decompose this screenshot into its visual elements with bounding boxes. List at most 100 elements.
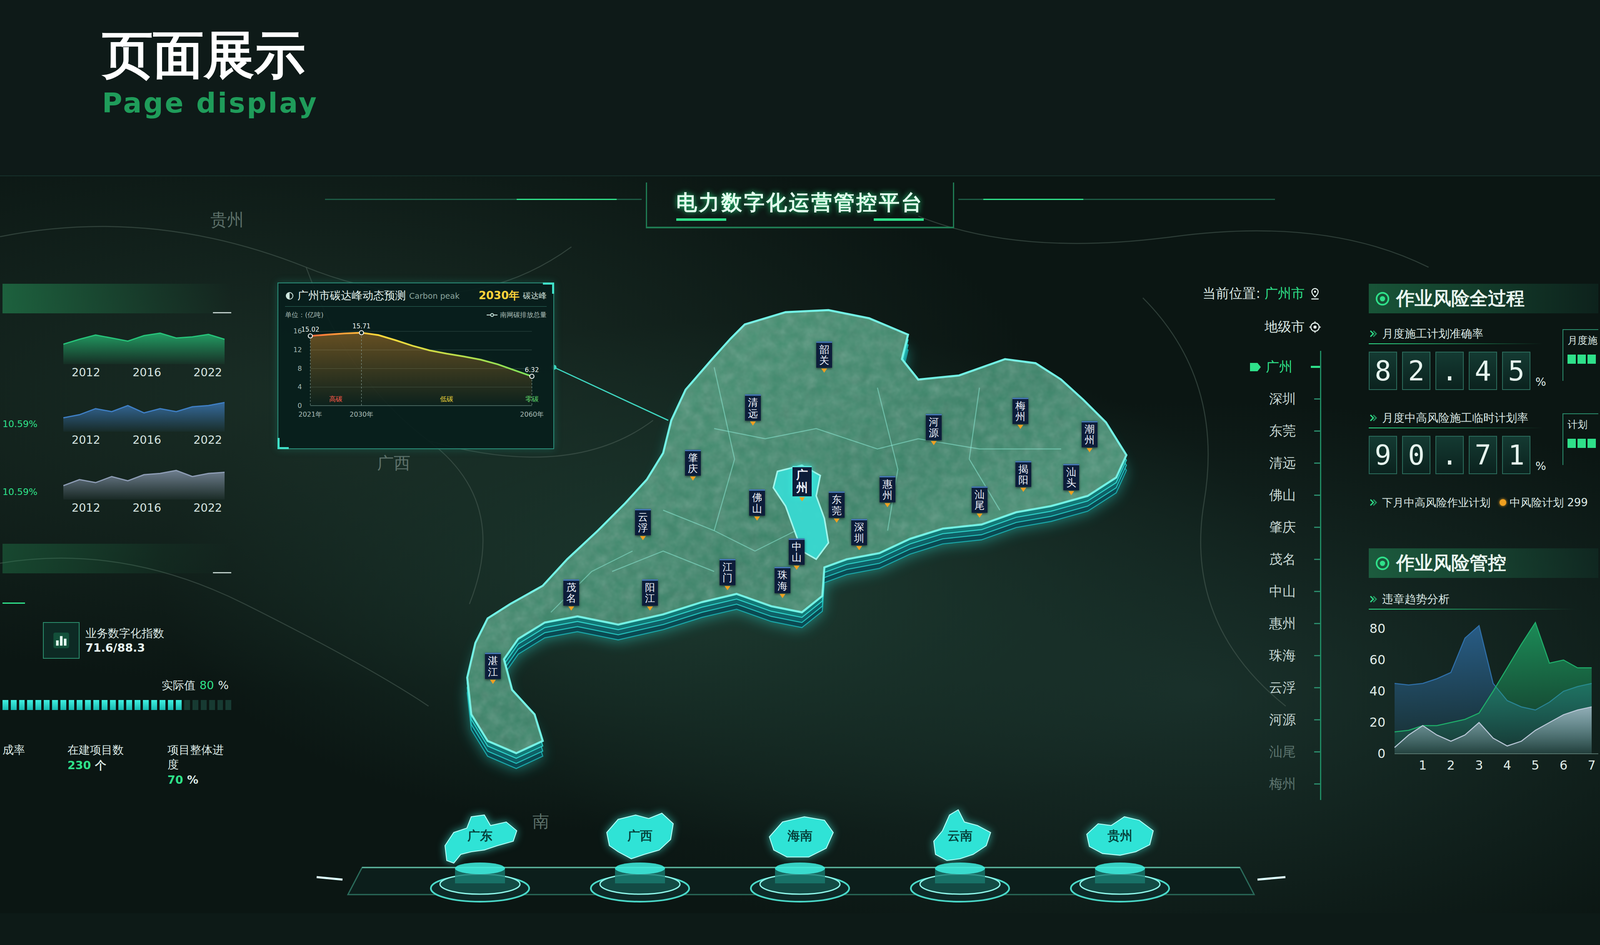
pin-arrow-icon <box>856 546 863 551</box>
page-title: 页面展示 <box>102 25 1600 85</box>
city-pin[interactable]: 汕尾 <box>971 486 988 518</box>
city-name: 汕尾 <box>974 489 985 512</box>
sparkline-line <box>63 470 225 486</box>
progress-segment <box>225 700 232 710</box>
city-item[interactable]: 中山 <box>1249 575 1320 608</box>
city-item[interactable]: 东莞 <box>1249 415 1320 448</box>
header-decoration <box>325 198 642 213</box>
city-pin[interactable]: 清远 <box>745 394 761 426</box>
marker-line <box>310 335 311 406</box>
sparkline-area <box>63 470 225 500</box>
city-pin[interactable]: 珠海 <box>774 567 791 599</box>
city-pin[interactable]: 潮州 <box>1081 421 1098 453</box>
city-pin[interactable]: 江门 <box>719 558 736 590</box>
digit: . <box>1435 435 1464 475</box>
page-footer <box>0 913 1600 945</box>
city-item[interactable]: 深圳 <box>1249 382 1320 415</box>
region-label: 广西 <box>377 454 411 472</box>
province-item[interactable]: 海南 <box>749 806 852 905</box>
province-name: 广西 <box>594 827 686 845</box>
city-item[interactable]: 清远 <box>1249 447 1320 480</box>
city-pin[interactable]: 汕头 <box>1063 464 1080 496</box>
digit: . <box>1435 351 1464 390</box>
province-name: 广东 <box>434 827 526 845</box>
city-pin[interactable]: 阳江 <box>642 579 658 611</box>
city-item[interactable]: 珠海 <box>1249 639 1320 672</box>
city-item[interactable]: 佛山 <box>1249 479 1320 512</box>
city-pin[interactable]: 广州 <box>792 465 812 502</box>
city-item[interactable]: 惠州 <box>1249 607 1320 640</box>
city-pin[interactable]: 揭阳 <box>1015 460 1032 493</box>
y-tick: 16 <box>293 327 303 335</box>
x-tick: 2021年 <box>298 410 323 419</box>
city-name: 惠州 <box>882 478 893 501</box>
city-pin[interactable]: 东莞 <box>828 491 845 523</box>
city-name: 肇庆 <box>687 452 698 475</box>
y-tick: 0 <box>1377 746 1386 761</box>
city-item[interactable]: 茂名 <box>1249 543 1320 576</box>
province-row: 广东 广西 海南 云南 贵州 <box>0 806 1600 905</box>
stat-label: 项目整体进度 <box>167 742 232 772</box>
metric: 月度施工计划准确率82.45%月度施 <box>1368 325 1599 390</box>
city-pin[interactable]: 深圳 <box>851 519 868 551</box>
marker-label: 15.71 <box>352 322 371 330</box>
list-tick <box>1314 462 1320 464</box>
flag-icon <box>1249 362 1262 373</box>
progress-segment <box>151 700 158 710</box>
city-pin[interactable]: 梅州 <box>1012 397 1029 429</box>
city-item[interactable]: 广州 <box>1249 350 1320 383</box>
city-item[interactable]: 梅州 <box>1249 767 1320 800</box>
city-item[interactable]: 河源 <box>1249 703 1320 736</box>
city-name: 广州 <box>1265 357 1293 377</box>
city-name: 梅州 <box>1269 775 1296 794</box>
stat-value: 230 个 <box>67 757 168 775</box>
metric-side: 计划 <box>1562 413 1599 465</box>
y-tick: 20 <box>1369 715 1386 730</box>
sparkline <box>63 457 225 500</box>
city-item[interactable]: 云浮 <box>1249 671 1320 704</box>
city-item[interactable]: 肇庆 <box>1249 511 1320 544</box>
city-pin[interactable]: 河源 <box>925 414 942 446</box>
side-label: 计划 <box>1567 418 1599 432</box>
city-name: 佛山 <box>752 492 763 515</box>
series-area <box>1394 622 1592 754</box>
city-pin[interactable]: 中山 <box>788 538 805 570</box>
trend-ticks: 201220162022 <box>63 431 225 447</box>
province-switcher: 广东 广西 海南 云南 贵州 <box>0 806 1600 914</box>
city-name: 梅州 <box>1015 400 1026 423</box>
province-item[interactable]: 云南 <box>909 806 1012 905</box>
city-pin[interactable]: 湛江 <box>485 652 501 685</box>
list-tick <box>1314 430 1320 432</box>
city-pin[interactable]: 云浮 <box>635 508 651 540</box>
province-name: 云南 <box>914 827 1006 845</box>
city-pin[interactable]: 惠州 <box>879 476 896 508</box>
progress-segment <box>184 700 190 710</box>
progress-segment <box>134 700 141 710</box>
pin-tag: 东莞 <box>828 491 845 518</box>
tick-label: 2012 <box>71 501 101 515</box>
trend-percent: 10.59% <box>2 457 64 500</box>
progress-segment <box>217 700 224 710</box>
city-pin[interactable]: 佛山 <box>749 489 765 521</box>
progress-segment <box>167 700 174 710</box>
province-shape: 广东 <box>434 806 526 868</box>
panel-header <box>2 283 232 314</box>
trend-ticks: 201220162022 <box>63 499 225 515</box>
level-row[interactable]: 地级市 <box>1264 316 1322 338</box>
city-pin[interactable]: 韶关 <box>816 341 833 373</box>
pin-arrow-icon <box>1017 424 1024 429</box>
city-item[interactable]: 汕尾 <box>1249 735 1320 768</box>
pin-tag: 肇庆 <box>685 449 701 476</box>
digit: 4 <box>1468 351 1498 390</box>
popup-connector <box>554 367 669 421</box>
province-item[interactable]: 广西 <box>589 806 692 905</box>
index-label: 业务数字化指数 <box>85 625 165 641</box>
legend: 南网碳排放总量 <box>486 310 547 320</box>
city-name: 珠海 <box>777 569 788 592</box>
pin-tag: 佛山 <box>749 489 765 516</box>
city-pin[interactable]: 茂名 <box>563 579 580 611</box>
province-item[interactable]: 贵州 <box>1069 806 1172 905</box>
city-pin[interactable]: 肇庆 <box>685 449 701 481</box>
pin-tag: 惠州 <box>879 476 896 503</box>
province-item[interactable]: 广东 <box>429 806 532 905</box>
